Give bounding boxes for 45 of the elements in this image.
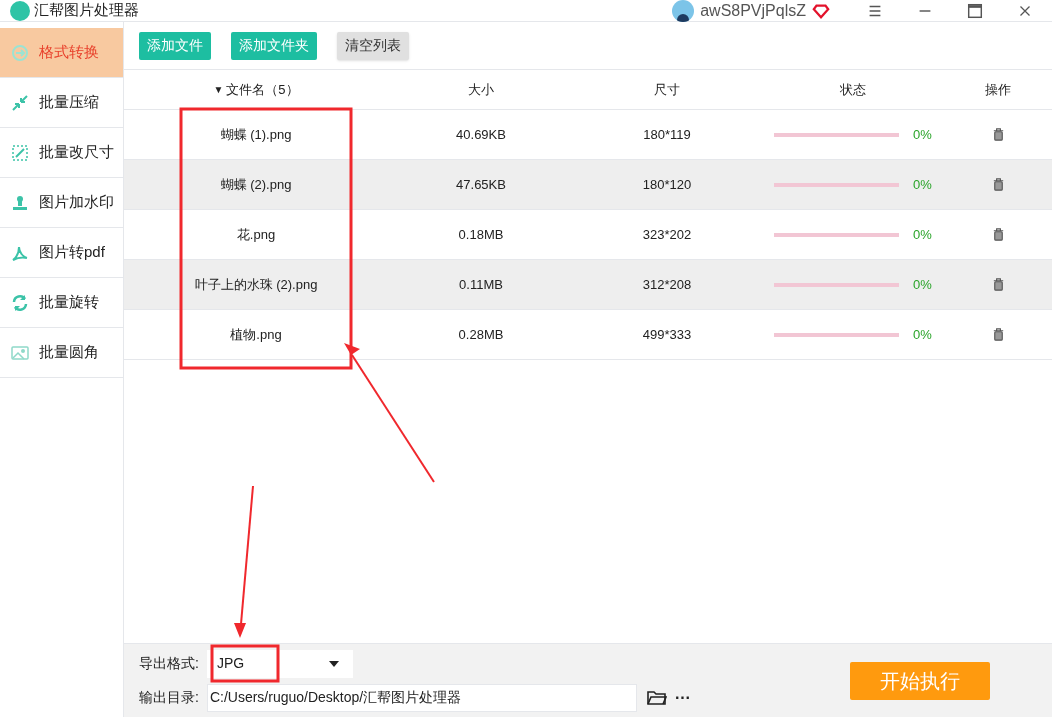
rotate-icon: [10, 292, 30, 313]
table-cell-text: 蝴蝶 (1).png: [220, 125, 292, 144]
compress-arrows-icon: [10, 92, 30, 113]
column-header[interactable]: 大小: [468, 79, 494, 100]
table-cell-text: 499*333: [642, 325, 692, 344]
table-cell-text: 180*120: [642, 175, 692, 194]
table-cell-text: 0.11MB: [459, 275, 503, 294]
column-header[interactable]: 文件名（5）: [226, 79, 299, 100]
output-path-field[interactable]: C:/Users/ruguo/Desktop/汇帮图片处理器: [206, 683, 637, 712]
table-row[interactable]: 蝴蝶 (2).png 47.65KB 180*120 0%: [124, 160, 1052, 210]
table-cell-text: 323*202: [642, 225, 692, 244]
column-header[interactable]: 状态: [840, 79, 866, 100]
sort-indicator[interactable]: ▼: [213, 82, 224, 97]
toolbar-button[interactable]: 清空列表: [337, 31, 409, 60]
table-cell-text: 植物.png: [230, 325, 282, 344]
window-title: 汇帮图片处理器: [34, 0, 139, 21]
annotation-frame: [210, 644, 280, 683]
progress-percent: 0%: [913, 175, 932, 194]
table-cell-text: 叶子上的水珠 (2).png: [194, 275, 318, 294]
progress-percent: 0%: [913, 325, 932, 344]
field-label: 输出目录:: [139, 688, 199, 707]
table-cell-text: 40.69KB: [456, 125, 506, 144]
progress-percent: 0%: [913, 125, 932, 144]
more-button[interactable]: ···: [674, 689, 691, 706]
table-cell-text: 180*119: [643, 125, 691, 144]
table-cell-text: 蝴蝶 (2).png: [220, 175, 292, 194]
avatar-icon: [672, 0, 695, 22]
app-logo-icon: [10, 0, 30, 21]
maximize-icon[interactable]: [966, 1, 984, 20]
table-cell-text: 312*208: [642, 275, 692, 294]
table-row[interactable]: 叶子上的水珠 (2).png 0.11MB 312*208 0%: [124, 260, 1052, 310]
field-label: 导出格式:: [139, 654, 199, 673]
format-dropdown[interactable]: JPG: [206, 649, 353, 678]
username: awS8PVjPqlsZ: [700, 0, 806, 21]
resize-icon: [10, 142, 30, 163]
progress-percent: 0%: [913, 275, 932, 294]
folder-icon[interactable]: [646, 689, 667, 706]
column-header[interactable]: 操作: [985, 79, 1011, 100]
table-cell-text: 0.28MB: [458, 325, 504, 344]
table-cell-text: 花.png: [236, 225, 276, 244]
table-cell-text: 0.18MB: [458, 225, 504, 244]
column-header[interactable]: 尺寸: [654, 79, 680, 100]
table-cell-text: 47.65KB: [456, 175, 506, 194]
caret-icon: [328, 660, 339, 667]
progress-percent: 0%: [913, 225, 932, 244]
